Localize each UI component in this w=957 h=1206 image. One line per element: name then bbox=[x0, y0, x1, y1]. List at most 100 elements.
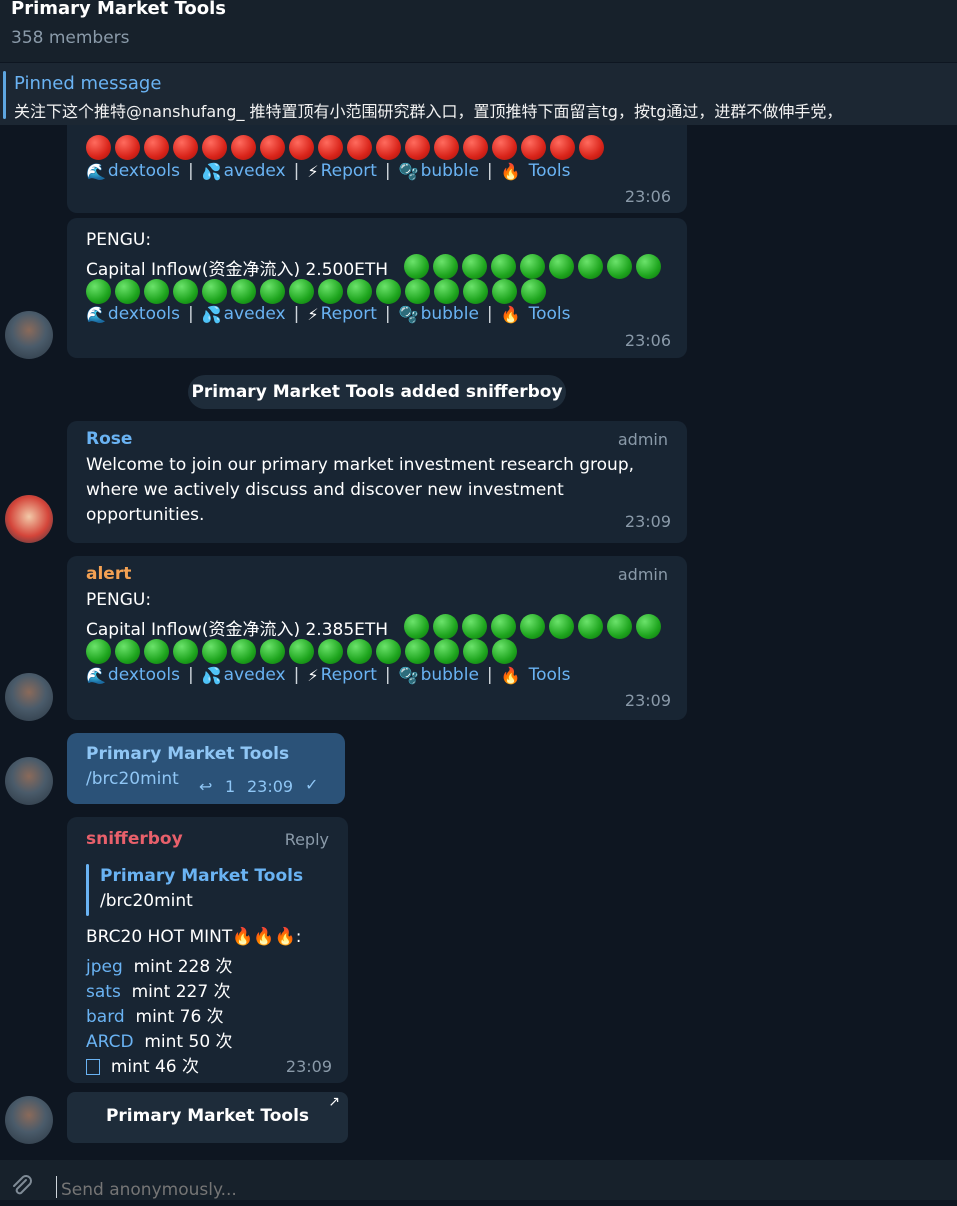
message-line: PENGU: bbox=[86, 230, 152, 250]
tools-link[interactable]: Tools bbox=[529, 665, 571, 685]
token-link[interactable]: sats bbox=[86, 982, 121, 1002]
missing-glyph-icon[interactable] bbox=[86, 1059, 100, 1075]
lightning-icon: ⚡ bbox=[307, 665, 319, 685]
fire-icon: 🔥 bbox=[500, 665, 521, 685]
reply-label[interactable]: Reply bbox=[285, 830, 329, 849]
message-line: opportunities. bbox=[86, 505, 205, 525]
message-line: where we actively discuss and discover n… bbox=[86, 480, 564, 500]
avedex-link[interactable]: avedex bbox=[224, 665, 286, 685]
separator: | bbox=[293, 161, 300, 181]
bot-avatar[interactable] bbox=[5, 311, 53, 359]
quoted-message[interactable]: Primary Market Tools /brc20mint bbox=[86, 864, 316, 916]
external-link-icon: ↗ bbox=[328, 1094, 340, 1110]
droplets-icon: 💦 bbox=[201, 161, 222, 181]
mint-count: mint 50 次 bbox=[144, 1032, 233, 1052]
separator: | bbox=[486, 304, 493, 324]
droplets-icon: 💦 bbox=[201, 665, 222, 685]
wave-icon: 🌊 bbox=[86, 161, 106, 181]
member-count: 358 members bbox=[11, 28, 130, 48]
message-line: PENGU: bbox=[86, 590, 152, 610]
green-dot-row bbox=[86, 639, 517, 664]
message-input[interactable] bbox=[61, 1180, 661, 1200]
list-item: jpeg mint 228 次 bbox=[86, 952, 233, 977]
mint-count: mint 228 次 bbox=[133, 957, 233, 977]
pinned-message-bar[interactable]: Pinned message 关注下这个推特@nanshufang_ 推特置顶有… bbox=[0, 63, 957, 125]
pinned-title: Pinned message bbox=[14, 73, 162, 94]
chat-title[interactable]: Primary Market Tools bbox=[11, 0, 226, 19]
message-time: 23:09 bbox=[624, 691, 671, 710]
paperclip-icon[interactable] bbox=[10, 1174, 34, 1206]
fire-icon: 🔥 bbox=[500, 304, 521, 324]
bot-avatar[interactable] bbox=[5, 673, 53, 721]
token-link[interactable]: bard bbox=[86, 1007, 125, 1027]
sender-name[interactable]: Primary Market Tools bbox=[86, 744, 289, 764]
dextools-link[interactable]: dextools bbox=[108, 665, 180, 685]
message-bubble[interactable]: 🌊 dextools | 💦 avedex | ⚡ Report | 🫧 bubble … bbox=[67, 125, 687, 213]
sender-name[interactable]: alert bbox=[86, 564, 131, 584]
bubble-link[interactable]: bubble bbox=[421, 665, 479, 685]
sender-name[interactable]: Rose bbox=[86, 429, 132, 449]
bubbles-icon: 🫧 bbox=[398, 161, 419, 181]
rose-avatar[interactable] bbox=[5, 495, 53, 543]
separator: | bbox=[384, 304, 391, 324]
separator: | bbox=[384, 161, 391, 181]
admin-badge: admin bbox=[617, 565, 668, 584]
mint-list: jpeg mint 228 次 sats mint 227 次 bard min… bbox=[86, 952, 233, 1077]
separator: | bbox=[187, 161, 194, 181]
separator: | bbox=[293, 665, 300, 685]
command-text[interactable]: /brc20mint bbox=[86, 769, 179, 789]
fire-icon: 🔥 bbox=[500, 161, 521, 181]
report-link[interactable]: Report bbox=[321, 665, 377, 685]
separator: | bbox=[187, 304, 194, 324]
dextools-link[interactable]: dextools bbox=[108, 161, 180, 181]
list-item: mint 46 次 bbox=[86, 1052, 233, 1077]
message-list[interactable]: 🌊 dextools | 💦 avedex | ⚡ Report | 🫧 bubble … bbox=[0, 125, 957, 1160]
message-time: 23:09 bbox=[285, 1057, 332, 1076]
separator: | bbox=[486, 161, 493, 181]
lightning-icon: ⚡ bbox=[307, 161, 319, 181]
separator: | bbox=[187, 665, 194, 685]
message-line: Capital Inflow(资金净流入) 2.385ETH bbox=[86, 620, 389, 640]
lightning-icon: ⚡ bbox=[307, 304, 319, 324]
tool-links-row: 🌊 dextools | 💦 avedex | ⚡ Report | 🫧 bubble … bbox=[86, 665, 570, 685]
reply-count[interactable]: 1 bbox=[225, 777, 235, 796]
message-time: 23:09 bbox=[247, 777, 294, 796]
pinned-accent bbox=[3, 71, 6, 119]
admin-badge: admin bbox=[617, 430, 668, 449]
separator: | bbox=[293, 304, 300, 324]
quote-sender: Primary Market Tools bbox=[100, 866, 304, 886]
bubble-link[interactable]: bubble bbox=[421, 161, 479, 181]
reply-arrow-icon[interactable]: ↩ bbox=[199, 777, 212, 796]
bot-avatar[interactable] bbox=[5, 1096, 53, 1144]
inline-keyboard-button[interactable]: Primary Market Tools ↗ bbox=[67, 1092, 348, 1143]
message-time: 23:09 bbox=[624, 512, 671, 531]
separator: | bbox=[486, 665, 493, 685]
message-composer[interactable] bbox=[0, 1160, 957, 1200]
list-item: bard mint 76 次 bbox=[86, 1002, 233, 1027]
tools-link[interactable]: Tools bbox=[529, 304, 571, 324]
dextools-link[interactable]: dextools bbox=[108, 304, 180, 324]
outgoing-message-bubble[interactable]: Primary Market Tools /brc20mint ↩ 1 23:0… bbox=[67, 733, 345, 804]
text-cursor bbox=[56, 1176, 57, 1198]
report-link[interactable]: Report bbox=[321, 304, 377, 324]
bubble-link[interactable]: bubble bbox=[421, 304, 479, 324]
bot-avatar[interactable] bbox=[5, 757, 53, 805]
token-link[interactable]: jpeg bbox=[86, 957, 123, 977]
service-message: Primary Market Tools added snifferboy bbox=[188, 375, 566, 409]
bubbles-icon: 🫧 bbox=[398, 304, 419, 324]
message-bubble[interactable]: PENGU: Capital Inflow(资金净流入) 2.500ETH 🌊 d… bbox=[67, 218, 687, 358]
message-bubble[interactable]: alert admin PENGU: Capital Inflow(资金净流入)… bbox=[67, 556, 687, 720]
avedex-link[interactable]: avedex bbox=[224, 304, 286, 324]
mint-count: mint 227 次 bbox=[131, 982, 231, 1002]
token-link[interactable]: ARCD bbox=[86, 1032, 134, 1052]
tools-link[interactable]: Tools bbox=[529, 161, 571, 181]
message-line: Capital Inflow(资金净流入) 2.500ETH bbox=[86, 260, 389, 280]
report-link[interactable]: Report bbox=[321, 161, 377, 181]
message-bubble[interactable]: Rose admin Welcome to join our primary m… bbox=[67, 421, 687, 543]
chat-header[interactable]: Primary Market Tools 358 members bbox=[0, 0, 957, 62]
mint-heading: BRC20 HOT MINT🔥🔥🔥: bbox=[86, 927, 302, 947]
sender-name[interactable]: snifferboy bbox=[86, 829, 183, 849]
avedex-link[interactable]: avedex bbox=[224, 161, 286, 181]
droplets-icon: 💦 bbox=[201, 304, 222, 324]
message-time: 23:06 bbox=[624, 331, 671, 350]
